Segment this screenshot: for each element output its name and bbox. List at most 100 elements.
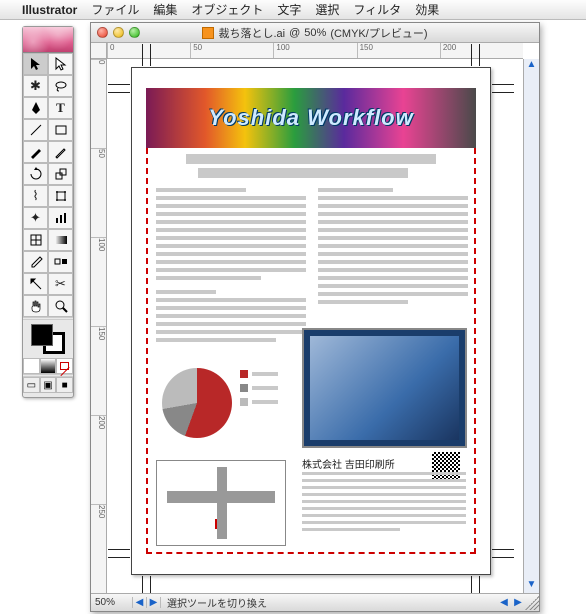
menu-select[interactable]: 選択 (315, 1, 339, 18)
crop-mark (492, 92, 514, 93)
placeholder-subhead (198, 168, 408, 178)
graph-tool[interactable] (48, 207, 73, 229)
window-titlebar[interactable]: 裁ち落とし.ai @ 50% (CMYK/プレビュー) (91, 23, 539, 43)
ai-file-icon (202, 27, 214, 39)
rotate-tool[interactable] (23, 163, 48, 185)
blend-tool[interactable] (48, 251, 73, 273)
hand-tool[interactable] (23, 295, 48, 317)
zoom-tool[interactable] (48, 295, 73, 317)
hscroll-right-icon[interactable]: ▶ (511, 597, 525, 608)
status-message: 選択ツールを切り換え (161, 595, 497, 610)
gradient-tool[interactable] (48, 229, 73, 251)
selection-tool[interactable] (23, 53, 48, 75)
scroll-right-icon[interactable]: ▶ (147, 597, 161, 608)
screen-mode-standard[interactable]: ▭ (23, 377, 40, 393)
fill-swatch[interactable] (31, 324, 53, 346)
lasso-tool[interactable] (48, 75, 73, 97)
legend-label (252, 372, 278, 376)
hero-banner: Yoshida Workflow (146, 88, 476, 148)
canvas[interactable]: Yoshida Workflow (107, 59, 523, 593)
crop-mark (492, 557, 514, 558)
map-diagram (156, 460, 286, 546)
company-name: 株式会社 吉田印刷所 (302, 456, 395, 471)
body-column-left (156, 188, 306, 342)
fill-stroke-swatch[interactable] (23, 320, 73, 358)
screen-mode-full[interactable]: ■ (56, 377, 73, 393)
menu-type[interactable]: 文字 (277, 1, 301, 18)
ruler-vertical[interactable]: 050100150200250 (91, 59, 107, 593)
zoom-field[interactable]: 50% (91, 597, 133, 608)
body-column-right (318, 188, 468, 304)
free-transform-tool[interactable] (48, 185, 73, 207)
crop-mark (108, 549, 130, 550)
pie-chart (162, 358, 272, 448)
document-filename: 裁ち落とし.ai (218, 25, 285, 41)
title-at: @ (289, 27, 300, 39)
document-title: 裁ち落とし.ai @ 50% (CMYK/プレビュー) (91, 25, 539, 41)
artboard: Yoshida Workflow (131, 67, 491, 575)
legend-swatch (240, 370, 248, 378)
slice-tool[interactable] (23, 273, 48, 295)
crop-mark (471, 576, 472, 593)
menu-edit[interactable]: 編集 (153, 1, 177, 18)
screen-mode-full-menubar[interactable]: ▣ (40, 377, 57, 393)
legend-label (252, 400, 278, 404)
crop-mark (492, 84, 514, 85)
color-mode-none[interactable] (56, 358, 73, 374)
hero-title: Yoshida Workflow (208, 105, 413, 131)
crop-mark (479, 44, 480, 66)
document-colormode: (CMYK/プレビュー) (330, 25, 427, 41)
crop-mark (108, 557, 130, 558)
footer-text (302, 472, 466, 531)
rectangle-tool[interactable] (48, 119, 73, 141)
map-marker-icon (215, 519, 225, 529)
app-name[interactable]: Illustrator (22, 3, 77, 17)
mac-menubar: Illustrator ファイル 編集 オブジェクト 文字 選択 フィルタ 効果 (0, 0, 586, 20)
pie-chart-graphic (162, 368, 232, 438)
menu-filter[interactable]: フィルタ (353, 1, 401, 18)
menu-object[interactable]: オブジェクト (191, 1, 263, 18)
scissors-tool[interactable]: ✂ (48, 273, 73, 295)
line-tool[interactable] (23, 119, 48, 141)
crop-mark (479, 576, 480, 593)
type-tool[interactable]: T (48, 97, 73, 119)
vertical-scrollbar[interactable]: ▲ ▼ (523, 59, 539, 593)
document-zoom-title: 50% (304, 27, 326, 39)
crop-mark (150, 576, 151, 593)
scroll-left-icon[interactable]: ◀ (133, 597, 147, 608)
color-mode-gradient[interactable] (40, 358, 57, 374)
menu-file[interactable]: ファイル (91, 1, 139, 18)
scroll-up-icon[interactable]: ▲ (527, 59, 537, 73)
tool-palette-header[interactable] (23, 27, 73, 53)
resize-grip-icon[interactable] (525, 596, 539, 610)
crop-mark (142, 576, 143, 593)
paintbrush-tool[interactable] (23, 141, 48, 163)
crop-mark (150, 44, 151, 66)
pen-tool[interactable] (23, 97, 48, 119)
pencil-tool[interactable] (48, 141, 73, 163)
tool-palette[interactable]: ✱ T ⌇ ✦ ✂ ▭ ▣ ■ (22, 26, 74, 398)
menu-effect[interactable]: 効果 (415, 1, 439, 18)
symbol-sprayer-tool[interactable]: ✦ (23, 207, 48, 229)
pie-legend (240, 370, 278, 406)
crop-mark (108, 92, 130, 93)
color-mode-solid[interactable] (23, 358, 40, 374)
scale-tool[interactable] (48, 163, 73, 185)
magic-wand-tool[interactable]: ✱ (23, 75, 48, 97)
ruler-horizontal[interactable]: 050100150200 (107, 43, 523, 59)
ruler-origin[interactable] (91, 43, 107, 59)
status-bar: 50% ◀ ▶ 選択ツールを切り換え ◀ ▶ (91, 593, 539, 611)
placeholder-headline (186, 154, 436, 164)
legend-label (252, 386, 278, 390)
legend-swatch (240, 384, 248, 392)
crop-mark (142, 44, 143, 66)
hscroll-left-icon[interactable]: ◀ (497, 597, 511, 608)
crop-mark (471, 44, 472, 66)
crop-mark (108, 84, 130, 85)
legend-swatch (240, 398, 248, 406)
eyedropper-tool[interactable] (23, 251, 48, 273)
mesh-tool[interactable] (23, 229, 48, 251)
scroll-down-icon[interactable]: ▼ (527, 579, 537, 593)
direct-selection-tool[interactable] (48, 53, 73, 75)
warp-tool[interactable]: ⌇ (23, 185, 48, 207)
